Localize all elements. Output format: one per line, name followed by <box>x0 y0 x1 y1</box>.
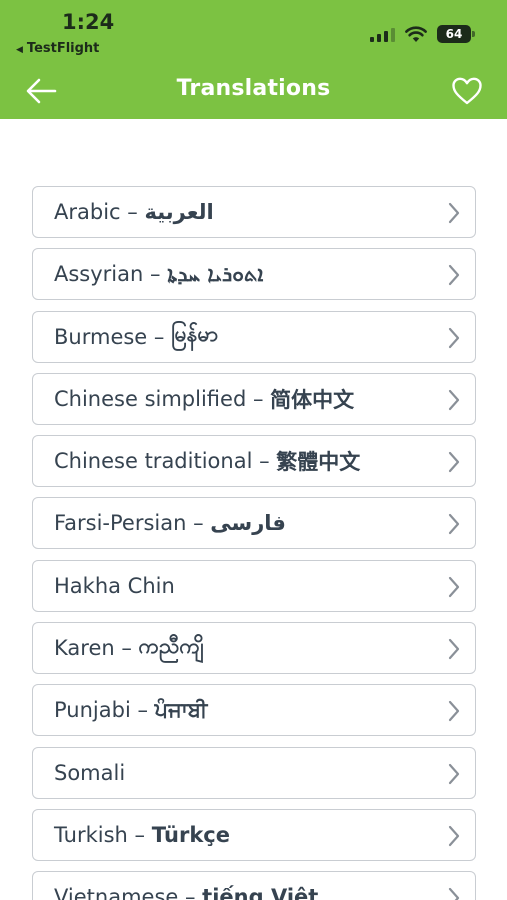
language-native: မြန်မာ <box>171 322 219 347</box>
language-label: Punjabi <box>54 698 131 723</box>
battery-icon: 64 <box>437 25 475 43</box>
back-triangle-icon: ◀ <box>16 45 23 55</box>
wifi-icon <box>405 25 427 42</box>
language-native: tiếng Việt <box>202 885 319 900</box>
translations-list: Arabic – العربية Assyrian – ܐܬܘܪܝܐ ܚܕܬܐ … <box>32 186 476 900</box>
chevron-right-icon <box>448 514 460 535</box>
language-item-turkish[interactable]: Turkish – Türkçe <box>32 808 476 861</box>
language-native: 简体中文 <box>270 387 355 412</box>
chevron-right-icon <box>448 389 460 410</box>
language-native: ကညီကျိ <box>138 633 204 658</box>
language-item-karen[interactable]: Karen – ကညီကျိ <box>32 622 476 675</box>
chevron-right-icon <box>448 888 460 900</box>
language-label: Assyrian <box>54 262 144 287</box>
page-title: Translations <box>176 76 331 101</box>
chevron-right-icon <box>448 202 460 224</box>
cellular-signal-icon <box>370 27 395 42</box>
language-native: ਪੰਜਾਬੀ <box>154 697 208 722</box>
language-label: Arabic <box>54 200 121 224</box>
language-native: العربية <box>144 200 214 224</box>
language-label: Somali <box>54 760 126 785</box>
app-header: 1:24 ◀ TestFlight 64 Translations <box>0 0 507 119</box>
chevron-right-icon <box>448 452 460 473</box>
language-item-chinese-simplified[interactable]: Chinese simplified – 简体中文 <box>32 372 476 425</box>
language-label: Farsi-Persian <box>54 511 187 536</box>
language-native: 繁體中文 <box>276 450 361 475</box>
chevron-right-icon <box>448 576 460 597</box>
back-app-label: TestFlight <box>26 41 100 56</box>
language-label: Turkish <box>54 822 128 847</box>
chevron-right-icon <box>448 327 460 348</box>
chevron-right-icon <box>448 638 460 660</box>
language-item-burmese[interactable]: Burmese – မြန်မာ <box>32 310 476 363</box>
chevron-right-icon <box>448 701 460 722</box>
language-item-farsi-persian[interactable]: Farsi-Persian – فارسی <box>32 497 476 550</box>
language-label: Vietnamese <box>54 885 179 900</box>
status-icons: 64 <box>370 24 475 44</box>
chevron-right-icon <box>448 825 460 847</box>
chevron-right-icon <box>448 763 460 784</box>
language-label: Burmese <box>54 324 148 349</box>
language-item-arabic[interactable]: Arabic – العربية <box>32 186 476 238</box>
language-label: Chinese traditional <box>54 449 253 474</box>
language-item-hakha-chin[interactable]: Hakha Chin <box>32 559 476 612</box>
language-label: Karen <box>54 636 115 661</box>
language-item-vietnamese[interactable]: Vietnamese – tiếng Việt <box>32 871 476 900</box>
language-native: Türkçe <box>151 822 230 847</box>
language-item-chinese-traditional[interactable]: Chinese traditional – 繁體中文 <box>32 435 476 488</box>
language-label: Hakha Chin <box>54 573 175 598</box>
heart-icon[interactable] <box>451 76 483 106</box>
language-native: فارسی <box>210 511 286 536</box>
chevron-right-icon <box>448 265 460 286</box>
language-item-assyrian[interactable]: Assyrian – ܐܬܘܪܝܐ ܚܕܬܐ <box>32 248 476 301</box>
language-native: ܐܬܘܪܝܐ ܚܕܬܐ <box>167 261 264 286</box>
language-item-somali[interactable]: Somali <box>32 746 476 799</box>
status-time: 1:24 <box>62 10 115 34</box>
language-label: Chinese simplified <box>54 386 247 411</box>
back-to-testflight[interactable]: ◀ TestFlight <box>16 41 99 56</box>
battery-level: 64 <box>445 27 463 41</box>
language-item-punjabi[interactable]: Punjabi – ਪੰਜਾਬੀ <box>32 684 476 737</box>
